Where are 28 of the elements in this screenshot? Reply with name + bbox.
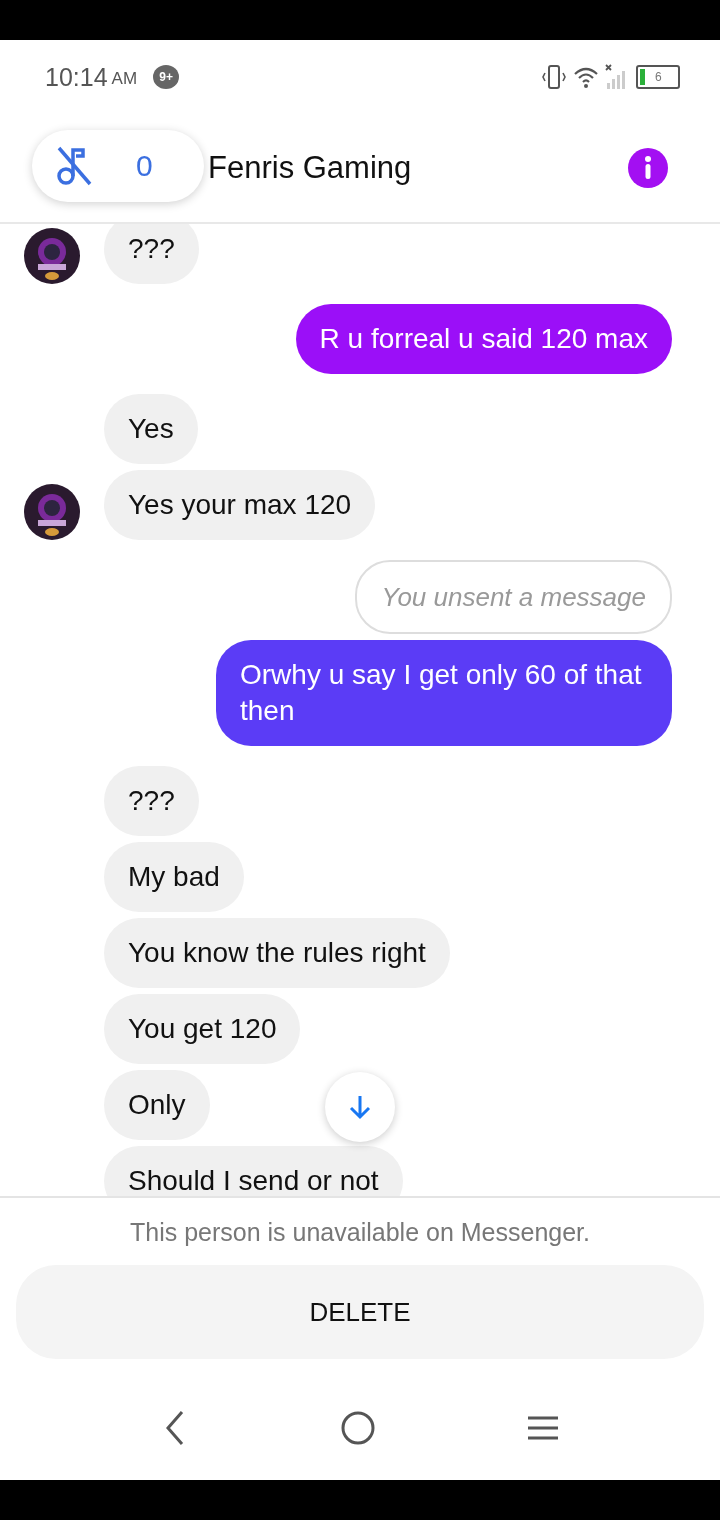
avatar[interactable] <box>24 484 80 541</box>
chat-title: Fenris Gaming <box>208 150 413 187</box>
message-bubble: Only <box>104 1070 210 1141</box>
vibrate-icon <box>540 63 568 92</box>
delete-button[interactable]: DELETE <box>16 1265 704 1360</box>
home-icon[interactable] <box>340 1409 376 1446</box>
message-bubble: You get 120 <box>104 994 301 1065</box>
info-icon[interactable] <box>628 148 668 189</box>
message-bubble: You know the rules right <box>104 918 450 989</box>
message-bubble: ??? <box>104 224 199 285</box>
unavailable-notice: This person is unavailable on Messenger. <box>130 1218 590 1248</box>
message-bubble: Orwhy u say I get only 60 of that then <box>216 640 672 747</box>
message-bubble: Yes your max 120 <box>104 470 376 541</box>
clock-time: 10:14 <box>45 62 108 92</box>
arrow-down-icon <box>347 1093 373 1122</box>
signal-icon <box>604 63 628 92</box>
message-bubble: ??? <box>104 766 199 837</box>
unsent-message-bubble: You unsent a message <box>355 560 672 635</box>
message-bubble: Yes <box>104 394 198 465</box>
avatar[interactable] <box>24 228 80 285</box>
battery-icon: 6 <box>636 65 680 90</box>
clock-meridiem: AM <box>111 69 138 90</box>
message-bubble: R u forreal u said 120 max <box>295 304 672 375</box>
floating-bubble[interactable]: 0 <box>32 129 204 202</box>
bubble-count: 0 <box>136 148 153 183</box>
message-bubble: Should I send or not <box>104 1146 403 1197</box>
message-bubble: My bad <box>104 842 244 913</box>
notification-badge: 9+ <box>153 65 180 90</box>
